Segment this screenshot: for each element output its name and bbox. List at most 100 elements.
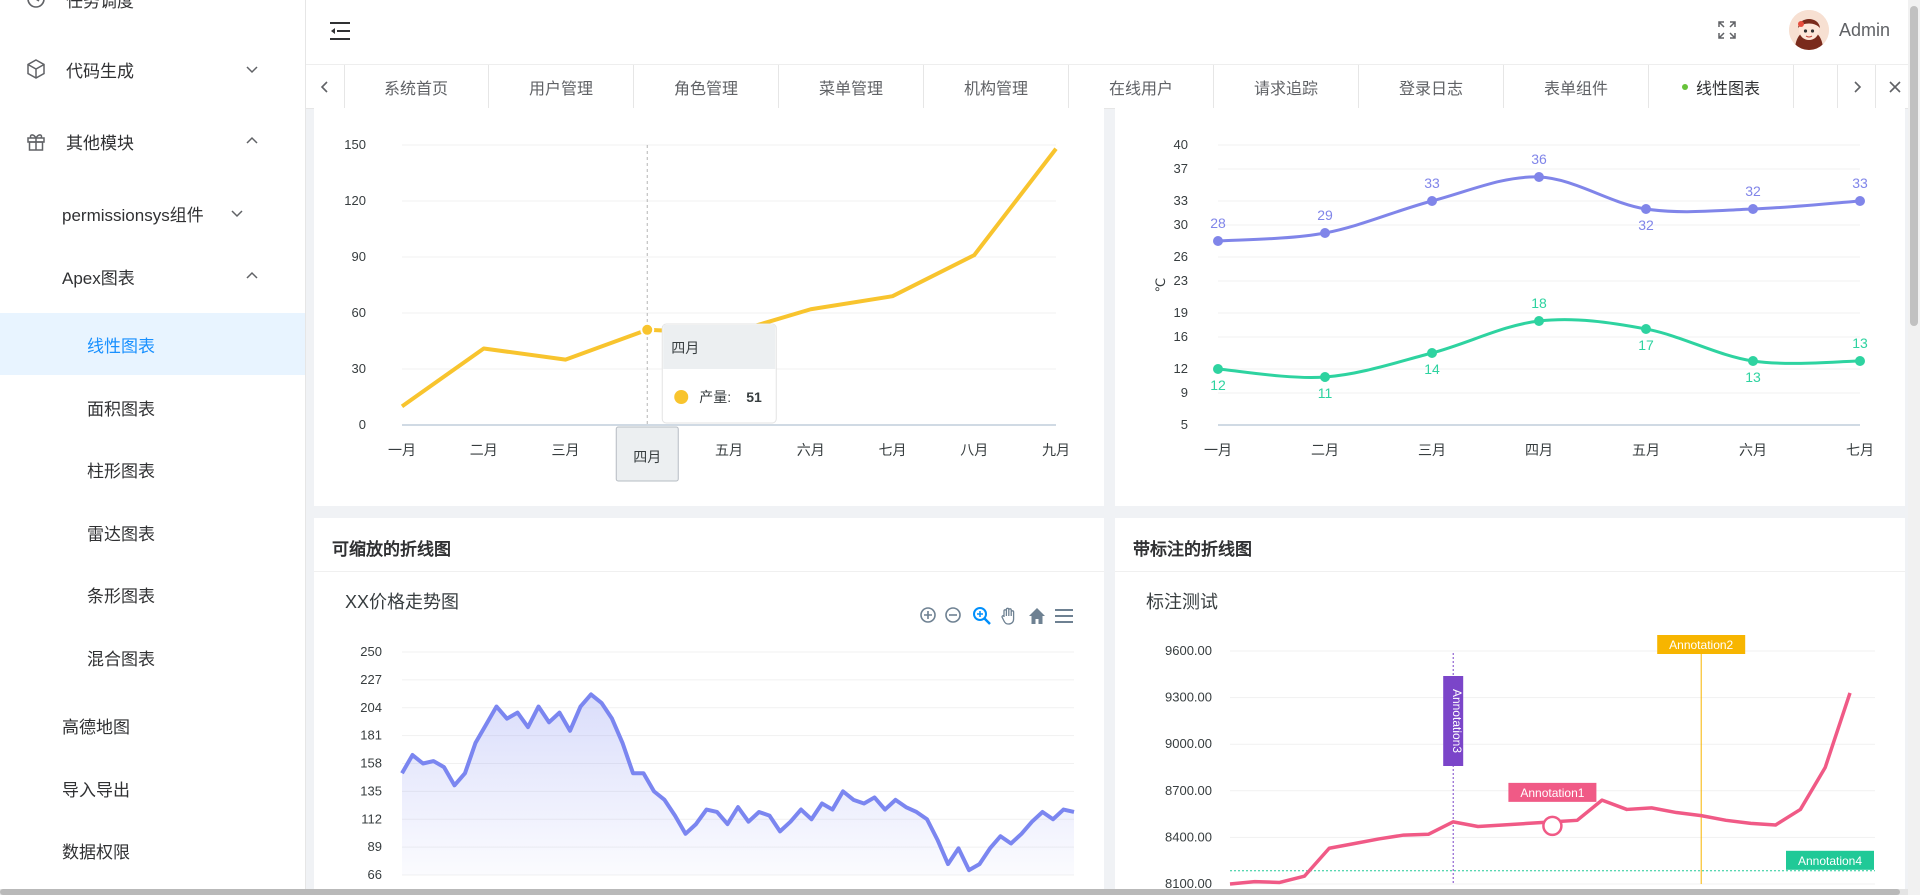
temperature-line-chart[interactable]: 5 9 12 16 19 23 26 30 33 37 40 ℃ 一月 二月 三月 四月 五月 六月 七月 28 29 3… <box>1115 108 1905 506</box>
data-label: 13 <box>1852 335 1868 351</box>
sidebar-item-label: 柱形图表 <box>87 461 155 481</box>
sidebar-item-permissionsys[interactable]: permissionsys组件 <box>0 182 305 244</box>
data-label: 28 <box>1210 215 1226 231</box>
x-tick-label: 一月 <box>388 442 416 458</box>
tags-scroll-right-button[interactable] <box>1837 65 1876 108</box>
y-tick-label: 9 <box>1181 385 1188 400</box>
menu-icon[interactable] <box>1055 609 1073 623</box>
y-tick-label: 150 <box>344 137 366 152</box>
home-icon[interactable] <box>1029 608 1045 624</box>
zoom-out-icon[interactable] <box>945 607 961 623</box>
data-point <box>1855 356 1865 366</box>
selection-zoom-icon[interactable] <box>973 607 991 625</box>
tags-scroll-left-button[interactable] <box>306 65 345 108</box>
active-dot <box>1681 83 1688 90</box>
hamburger-icon[interactable] <box>328 20 352 42</box>
tab-request-trace[interactable]: 请求追踪 <box>1214 65 1359 108</box>
y-tick-label: 158 <box>360 756 382 771</box>
annotation-label: Annotation3 <box>1450 689 1464 753</box>
zoom-in-icon[interactable] <box>920 607 936 623</box>
sidebar-item-other-modules[interactable]: 其他模块 <box>0 110 305 172</box>
zoomable-area-chart[interactable]: 66 89 112 135 158 181 204 227 250 <box>314 518 1104 895</box>
tab-line-chart[interactable]: 线性图表 <box>1649 65 1794 108</box>
sidebar-item-codegen[interactable]: 代码生成 <box>0 38 305 100</box>
tab-menus[interactable]: 菜单管理 <box>779 65 924 108</box>
y-tick-label: 0 <box>359 417 366 432</box>
data-label: 32 <box>1745 183 1761 199</box>
tab-orgs[interactable]: 机构管理 <box>924 65 1069 108</box>
y-tick-label: 135 <box>360 783 382 798</box>
horizontal-scrollbar[interactable] <box>0 889 1908 895</box>
pan-icon[interactable] <box>1001 607 1015 625</box>
annotation-line-chart[interactable]: 8100.008400.008700.009000.009300.009600.… <box>1115 518 1905 895</box>
tab-label: 机构管理 <box>963 80 1028 98</box>
user-name[interactable]: Admin <box>1839 20 1890 41</box>
data-point <box>1213 236 1223 246</box>
clock-icon <box>24 0 48 11</box>
tab-label: 表单组件 <box>1543 80 1608 98</box>
tab-label: 菜单管理 <box>818 80 883 98</box>
tab-online-users[interactable]: 在线用户 <box>1069 65 1214 108</box>
tooltip-title: 四月 <box>671 340 699 356</box>
y-tick-label: 8400.00 <box>1165 829 1212 844</box>
y-tick-label: 60 <box>352 305 366 320</box>
line-chart[interactable]: 0306090120150一月 二月 三月 四月 五月 六月 七月 八月 九月四月产量: 51 <box>314 108 1104 506</box>
sidebar-item-import-export[interactable]: 导入导出 <box>0 757 305 819</box>
x-tick-label: 一月 <box>1204 442 1232 458</box>
x-tick-label: 二月 <box>470 442 498 458</box>
sidebar-item-task-schedule[interactable]: 任务调度 <box>0 0 305 30</box>
zoomable-chart-card: 可缩放的折线图 XX价格走势图 66 89 112 135 158 181 204 227 25… <box>314 518 1104 895</box>
y-tick-label: 23 <box>1174 273 1188 288</box>
data-point <box>1748 356 1758 366</box>
tab-users[interactable]: 用户管理 <box>489 65 634 108</box>
y-tick-label: 16 <box>1174 329 1188 344</box>
y-tick-label: 5 <box>1181 417 1188 432</box>
close-icon <box>1889 80 1901 93</box>
sidebar-item-apex-charts[interactable]: Apex图表 <box>0 245 305 307</box>
sidebar-item-label: 高德地图 <box>62 717 130 737</box>
sidebar-item-label: 线性图表 <box>87 336 155 356</box>
x-tick-label: 五月 <box>715 442 743 458</box>
sidebar: 任务调度 代码生成 其他模块 permissionsys组件 Apex图表 线性… <box>0 0 306 895</box>
active-marker <box>640 322 655 337</box>
data-label: 33 <box>1424 175 1440 191</box>
sidebar-item-column-chart[interactable]: 柱形图表 <box>0 438 305 500</box>
sidebar-item-radar-chart[interactable]: 雷达图表 <box>0 501 305 563</box>
y-tick-label: 181 <box>360 728 382 743</box>
x-tick-label: 七月 <box>879 442 907 458</box>
sidebar-item-amap[interactable]: 高德地图 <box>0 694 305 756</box>
tab-form-components[interactable]: 表单组件 <box>1504 65 1649 108</box>
tab-home[interactable]: 系统首页 <box>344 65 489 108</box>
y-tick-label: 8700.00 <box>1165 783 1212 798</box>
x-tick-label: 九月 <box>1042 442 1070 458</box>
tooltip-value: 51 <box>746 389 762 405</box>
sidebar-item-data-permission[interactable]: 数据权限 <box>0 819 305 881</box>
top-bar: Admin <box>306 0 1920 65</box>
data-point <box>1320 228 1330 238</box>
avatar[interactable] <box>1789 10 1829 50</box>
y-tick-label: 250 <box>360 644 382 659</box>
tab-login-log[interactable]: 登录日志 <box>1359 65 1504 108</box>
fullscreen-icon[interactable] <box>1718 21 1736 39</box>
y-axis-label: ℃ <box>1153 278 1168 293</box>
sidebar-item-bar-chart[interactable]: 条形图表 <box>0 563 305 625</box>
data-point <box>1641 324 1651 334</box>
annotation-label: Annotation2 <box>1669 638 1733 652</box>
x-tick-label: 五月 <box>1632 442 1660 458</box>
sidebar-item-area-chart[interactable]: 面积图表 <box>0 376 305 438</box>
scrollbar-thumb[interactable] <box>1910 6 1918 326</box>
x-tick-label: 四月 <box>633 449 661 465</box>
annotation-point <box>1542 815 1563 837</box>
data-label: 18 <box>1531 295 1547 311</box>
sidebar-item-label: 混合图表 <box>87 649 155 669</box>
sidebar-item-label: 数据权限 <box>62 842 130 862</box>
tab-roles[interactable]: 角色管理 <box>634 65 779 108</box>
sidebar-item-mixed-chart[interactable]: 混合图表 <box>0 626 305 688</box>
vertical-scrollbar[interactable] <box>1908 0 1920 895</box>
y-tick-label: 66 <box>368 867 382 882</box>
data-label: 12 <box>1210 377 1226 393</box>
x-tick-label: 三月 <box>552 442 580 458</box>
y-tick-label: 227 <box>360 672 382 687</box>
scrollbar-thumb[interactable] <box>0 889 1900 895</box>
sidebar-item-line-chart[interactable]: 线性图表 <box>0 313 305 375</box>
